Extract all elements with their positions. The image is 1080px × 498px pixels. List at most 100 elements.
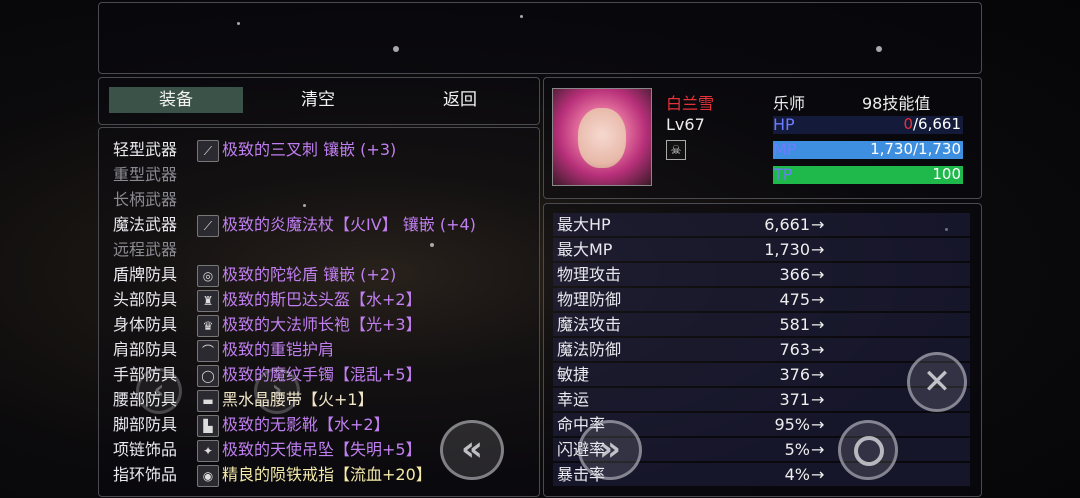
slot-label: 肩部防具 <box>113 340 178 359</box>
hp-value: 0/6,661 <box>903 115 961 133</box>
slot-label: 脚部防具 <box>113 415 178 434</box>
stat-value: 5% <box>784 440 810 459</box>
arrow-icon: → <box>811 365 825 384</box>
item-name: 极致的三叉刺 镶嵌 (+3) <box>222 140 397 159</box>
skill-points: 98技能值 <box>862 94 931 113</box>
stat-row: 物理防御 475 → <box>553 288 970 311</box>
stat-value: 1,730 <box>764 240 810 259</box>
arrow-icon: → <box>811 440 825 459</box>
item-name: 极致的炎魔法杖【火IV】 镶嵌 (+4) <box>222 215 476 234</box>
slot-label: 轻型武器 <box>113 140 178 159</box>
arrow-icon: → <box>811 215 825 234</box>
equipment-slot-row[interactable]: 指环饰品 ◉ 精良的陨铁戒指【流血+20】 <box>113 462 432 487</box>
equipment-slot-row[interactable]: 脚部防具 ▙ 极致的无影靴【水+2】 <box>113 412 390 437</box>
character-name: 白兰雪 <box>666 94 715 113</box>
level-value: 67 <box>684 115 705 134</box>
robe-icon: ♛ <box>197 314 219 337</box>
slot-label: 项链饰品 <box>113 440 178 459</box>
stat-label: 物理防御 <box>557 290 622 309</box>
equipment-slot-row[interactable]: 魔法武器 ⟋ 极致的炎魔法杖【火IV】 镶嵌 (+4) <box>113 212 476 237</box>
arrow-icon: → <box>811 465 825 484</box>
stat-row: 物理攻击 366 → <box>553 263 970 286</box>
stat-label: 最大MP <box>557 240 613 259</box>
equipment-slot-row[interactable]: 轻型武器 ⟋ 极致的三叉刺 镶嵌 (+3) <box>113 137 396 162</box>
slot-label: 远程武器 <box>113 240 178 259</box>
equipment-slot-row[interactable]: 项链饰品 ✦ 极致的天使吊坠【失明+5】 <box>113 437 422 462</box>
equipment-slot-row[interactable]: 远程武器 <box>113 237 197 262</box>
stat-value: 371 <box>779 390 810 409</box>
belt-icon: ▬ <box>197 389 219 412</box>
message-panel <box>98 2 982 74</box>
equipment-slot-row[interactable]: 身体防具 ♛ 极致的大法师长袍【光+3】 <box>113 312 422 337</box>
stat-value: 4% <box>784 465 810 484</box>
stat-value: 475 <box>779 290 810 309</box>
arrow-icon: → <box>811 290 825 309</box>
slot-label: 指环饰品 <box>113 465 178 484</box>
stat-value: 763 <box>779 340 810 359</box>
arrow-icon: → <box>811 415 825 434</box>
ring-icon: ◉ <box>197 464 219 487</box>
slot-label: 重型武器 <box>113 165 178 184</box>
item-name: 极致的斯巴达头盔【水+2】 <box>222 290 422 309</box>
item-name: 极致的陀轮盾 镶嵌 (+2) <box>222 265 397 284</box>
stat-row: 魔法防御 763 → <box>553 338 970 361</box>
stat-row: 最大MP 1,730 → <box>553 238 970 261</box>
level-label: Lv <box>666 115 685 134</box>
tp-label: TP <box>773 165 793 184</box>
slot-label: 头部防具 <box>113 290 178 309</box>
circle-icon <box>854 436 884 466</box>
tab-equip[interactable]: 装备 <box>109 87 243 113</box>
stat-label: 物理攻击 <box>557 265 622 284</box>
page-down-button[interactable]: » <box>578 420 642 480</box>
equipment-slot-row[interactable]: 肩部防具 ⌒ 极致的重铠护肩 <box>113 337 334 362</box>
pauldron-icon: ⌒ <box>197 339 219 362</box>
scroll-right-button[interactable]: › <box>254 368 300 414</box>
slot-label: 盾牌防具 <box>113 265 178 284</box>
stat-value: 581 <box>779 315 810 334</box>
equipment-slot-row[interactable]: 长柄武器 <box>113 187 197 212</box>
confirm-button[interactable] <box>838 420 898 480</box>
boots-icon: ▙ <box>197 414 219 437</box>
staff-icon: ⟋ <box>197 214 219 237</box>
arrow-icon: → <box>811 390 825 409</box>
tp-bar: TP 100 <box>773 165 963 184</box>
slot-label: 身体防具 <box>113 315 178 334</box>
cancel-button[interactable]: ✕ <box>907 352 967 412</box>
page-up-button[interactable]: « <box>440 420 504 480</box>
trident-icon: ⟋ <box>197 139 219 162</box>
stat-label: 魔法攻击 <box>557 315 622 334</box>
mp-bar: MP 1,730/1,730 <box>773 140 963 159</box>
character-level: Lv67 <box>666 115 705 134</box>
slot-label: 魔法武器 <box>113 215 178 234</box>
stat-label: 魔法防御 <box>557 340 622 359</box>
stat-value: 366 <box>779 265 810 284</box>
tab-clear[interactable]: 清空 <box>260 87 376 113</box>
scroll-left-button[interactable]: ‹ <box>136 368 182 414</box>
item-name: 极致的魔纹手镯【混乱+5】 <box>222 365 422 384</box>
hp-label: HP <box>773 115 795 134</box>
tp-value: 100 <box>932 165 961 183</box>
equipment-slot-row[interactable]: 头部防具 ♜ 极致的斯巴达头盔【水+2】 <box>113 287 422 312</box>
stat-value: 6,661 <box>764 215 810 234</box>
stat-value: 95% <box>774 415 810 434</box>
equipment-slot-row[interactable]: 重型武器 <box>113 162 197 187</box>
helmet-icon: ♜ <box>197 289 219 312</box>
item-name: 极致的大法师长袍【光+3】 <box>222 315 422 334</box>
stat-value: 376 <box>779 365 810 384</box>
tab-back[interactable]: 返回 <box>400 87 520 113</box>
stat-row: 幸运 371 → <box>553 388 970 411</box>
arrow-icon: → <box>811 265 825 284</box>
skull-icon: ☠ <box>666 140 686 160</box>
arrow-icon: → <box>811 315 825 334</box>
stat-label: 最大HP <box>557 215 611 234</box>
hp-max: /6,661 <box>913 115 961 133</box>
item-name: 极致的天使吊坠【失明+5】 <box>222 440 422 459</box>
slot-label: 长柄武器 <box>113 190 178 209</box>
stat-label: 敏捷 <box>557 365 590 384</box>
equipment-slot-row[interactable]: 盾牌防具 ◎ 极致的陀轮盾 镶嵌 (+2) <box>113 262 396 287</box>
item-name: 精良的陨铁戒指【流血+20】 <box>222 465 432 484</box>
bracelet-icon: ◯ <box>197 364 219 387</box>
avatar-face <box>578 108 626 168</box>
item-name: 极致的重铠护肩 <box>222 340 335 359</box>
mp-label: MP <box>773 140 797 159</box>
